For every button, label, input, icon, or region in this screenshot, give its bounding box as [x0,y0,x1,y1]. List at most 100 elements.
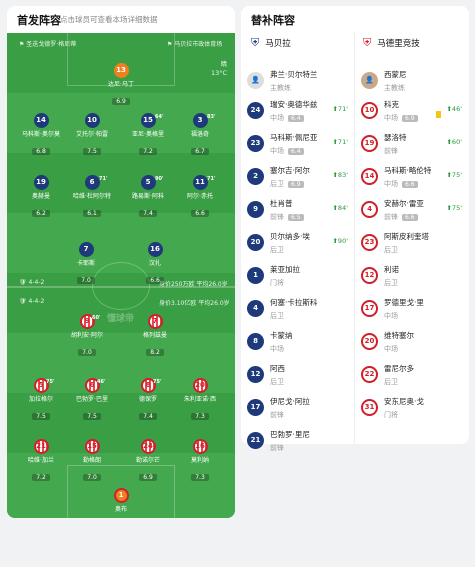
sub-position: 中场 [270,345,284,353]
home-sub-2[interactable]: 23 马科斯·佩尼亚 中场 6.4 ⬆71' [241,127,354,163]
away-sub-9[interactable]: 22 雷尼尔多 后卫 [355,358,468,394]
away-player-9[interactable]: 24 勒诺尔芒 6.9 [126,439,170,483]
player-name: 马科斯·奥尔莫 [22,131,60,138]
away-sub-7[interactable]: 17 罗德里戈·里 中场 [355,292,468,328]
home-sub-11[interactable]: 21 巴勃罗·里尼 前锋 [241,424,354,460]
home-player-1[interactable]: 13 达尼·马丁 6.9 [99,63,143,107]
away-player-2[interactable]: 7 格列兹曼 8.2 [133,314,177,358]
away-player-8[interactable]: 15 勒格朗 7.0 [70,439,114,483]
player-name: 亚尼·奥格里 [132,131,164,138]
home-player-7[interactable]: 6 71' 哈维·杜阿尔特 6.1 [70,175,114,219]
sub-rating: 6.6 [402,214,418,221]
sub-number: 14 [361,168,378,185]
player-name: 汉扎 [148,260,161,267]
substitutes-card: 替补阵容 ⛨ 马贝拉 ⛨ 马德里竞技 👤 弗兰·贝尔特兰 主教练 👤 西蒙尼 主教练 2… [241,6,469,452]
home-player-11[interactable]: 16 汉扎 6.6 [133,242,177,286]
sub-out-icon: 90' [155,176,164,182]
player-name: 奥布 [114,506,127,513]
sub-in-time: ⬆71' [332,138,348,146]
sub-number: 24 [247,102,264,119]
away-sub-5[interactable]: 23 阿斯皮利奎塔 后卫 [355,226,468,262]
home-player-6[interactable]: 19 奥赫曼 6.2 [19,175,63,219]
sub-name: 马科斯·略伦特 [384,166,432,175]
home-sub-10[interactable]: 17 伊尼戈·阿拉 前锋 [241,391,354,427]
starting-lineup-subtitle: 点击球员可查看本场详细数据 [60,15,158,24]
away-sub-10[interactable]: 31 安东尼奥·戈 门将 [355,391,468,427]
player-number: 9 60' [79,314,101,329]
sub-name: 科克 [384,100,399,109]
player-name: 福洛奇 [190,131,209,138]
home-sub-1[interactable]: 24 瑞安·奥德华兹 中场 6.4 ⬆71' [241,94,354,130]
player-rating: 6.6 [146,277,164,284]
home-player-4[interactable]: 15 64' 亚尼·奥格里 7.2 [126,113,170,157]
home-player-5[interactable]: 3 83' 福洛奇 6.7 [178,113,222,157]
player-number: 5 90' [140,175,164,190]
home-sub-3[interactable]: 2 塞尔吉·阿尔 后卫 6.9 ⬆83' [241,160,354,196]
home-sub-9[interactable]: 12 阿西 后卫 [241,358,354,394]
sub-in-time: ⬆60' [446,138,462,146]
sub-name: 瑞安·奥德华兹 [270,100,318,109]
away-venue: ⚑ 马贝拉市政体育场 [167,41,223,48]
sub-name: 马科斯·佩尼亚 [270,133,318,142]
home-sub-7[interactable]: 4 何塞·卡拉斯科 后卫 [241,292,354,328]
away-player-7[interactable]: 21 哈维·加兰 7.2 [19,439,63,483]
sub-number: 10 [361,102,378,119]
home-sub-4[interactable]: 9 杜肖普 前锋 6.5 ⬆84' [241,193,354,229]
sub-name: 巴勃罗·里尼 [270,430,310,439]
player-rating: 7.3 [191,474,209,481]
away-sub-2[interactable]: 19 瑟洛特 前锋 ⬆60' [355,127,468,163]
player-name: 德保罗 [138,396,157,403]
sub-position: 前锋 [270,213,284,221]
away-sub-6[interactable]: 12 利诺 后卫 [355,259,468,295]
sub-number: 23 [247,135,264,152]
home-venue: ⚑ 圣迭戈德罗·格尼蒂 [19,41,77,48]
player-rating: 7.0 [78,349,96,356]
watermark: 懂球帝 [107,314,135,324]
player-name: 勒诺尔芒 [135,457,160,464]
sub-position: 门将 [384,411,398,419]
sub-in-time: ⬆75' [446,171,462,179]
player-number: 15 64' [140,113,164,128]
player-name: 格列兹曼 [142,332,167,339]
sub-position: 中场 [384,312,398,320]
away-player-10[interactable]: 16 莫利纳 7.3 [178,439,222,483]
away-sub-4[interactable]: 4 安赫尔·雷亚 前锋 6.6 ⬆75' [355,193,468,229]
player-rating: 8.2 [146,349,164,356]
sub-number: 1 [247,267,264,284]
player-number: 1 [113,488,129,503]
player-rating: 7.3 [191,413,209,420]
away-player-6[interactable]: 20 朱利亚诺·西 7.3 [178,378,222,422]
away-player-4[interactable]: 6 46' 巴勃罗·巴里 7.5 [70,378,114,422]
sub-name: 罗德里戈·里 [384,298,424,307]
sub-out-icon: 75' [153,379,162,385]
player-name: 莫利纳 [190,457,209,464]
sub-name: 杜肖普 [270,199,293,208]
away-sub-3[interactable]: 14 马科斯·略伦特 中场 6.6 ⬆75' [355,160,468,196]
player-number: 8 75' [140,378,162,393]
home-sub-5[interactable]: 20 贝尔纳多·埃 后卫 ⬆90' [241,226,354,262]
home-player-2[interactable]: 14 马科斯·奥尔莫 6.8 [19,113,63,157]
away-player-3[interactable]: 5 75' 加拉格尔 7.5 [19,378,63,422]
home-player-8[interactable]: 5 90' 路易斯·阿科 7.4 [126,175,170,219]
away-player-1[interactable]: 9 60' 胡利安·阿尔 7.0 [65,314,109,358]
away-sub-8[interactable]: 20 维特塞尔 中场 [355,325,468,361]
player-number: 14 [33,113,49,128]
player-number: 21 [33,439,49,454]
home-player-10[interactable]: 7 卡耶斯 7.0 [64,242,108,286]
sub-in-time: ⬆90' [332,237,348,245]
player-name: 艾托尔·帕雷 [76,131,108,138]
sub-position: 后卫 [270,312,284,320]
player-number: 19 [33,175,49,190]
home-sub-6[interactable]: 1 莱亚加拉 门将 [241,259,354,295]
away-player-11[interactable]: 1奥布7.0 [99,488,143,518]
marbella-crest-icon: ⛨ [251,36,260,49]
away-player-5[interactable]: 8 75' 德保罗 7.4 [126,378,170,422]
player-number: 16 [147,242,163,257]
home-sub-8[interactable]: 8 卡蒙纳 中场 [241,325,354,361]
sub-number: 17 [247,399,264,416]
sub-in-time: ⬆75' [446,204,462,212]
home-player-3[interactable]: 10 艾托尔·帕雷 7.5 [70,113,114,157]
home-player-9[interactable]: 11 71' 阿尔·赤托 6.6 [178,175,222,219]
away-sub-1[interactable]: 10 科克 中场 6.9 ⬆46' [355,94,468,130]
player-number: 10 [84,113,100,128]
